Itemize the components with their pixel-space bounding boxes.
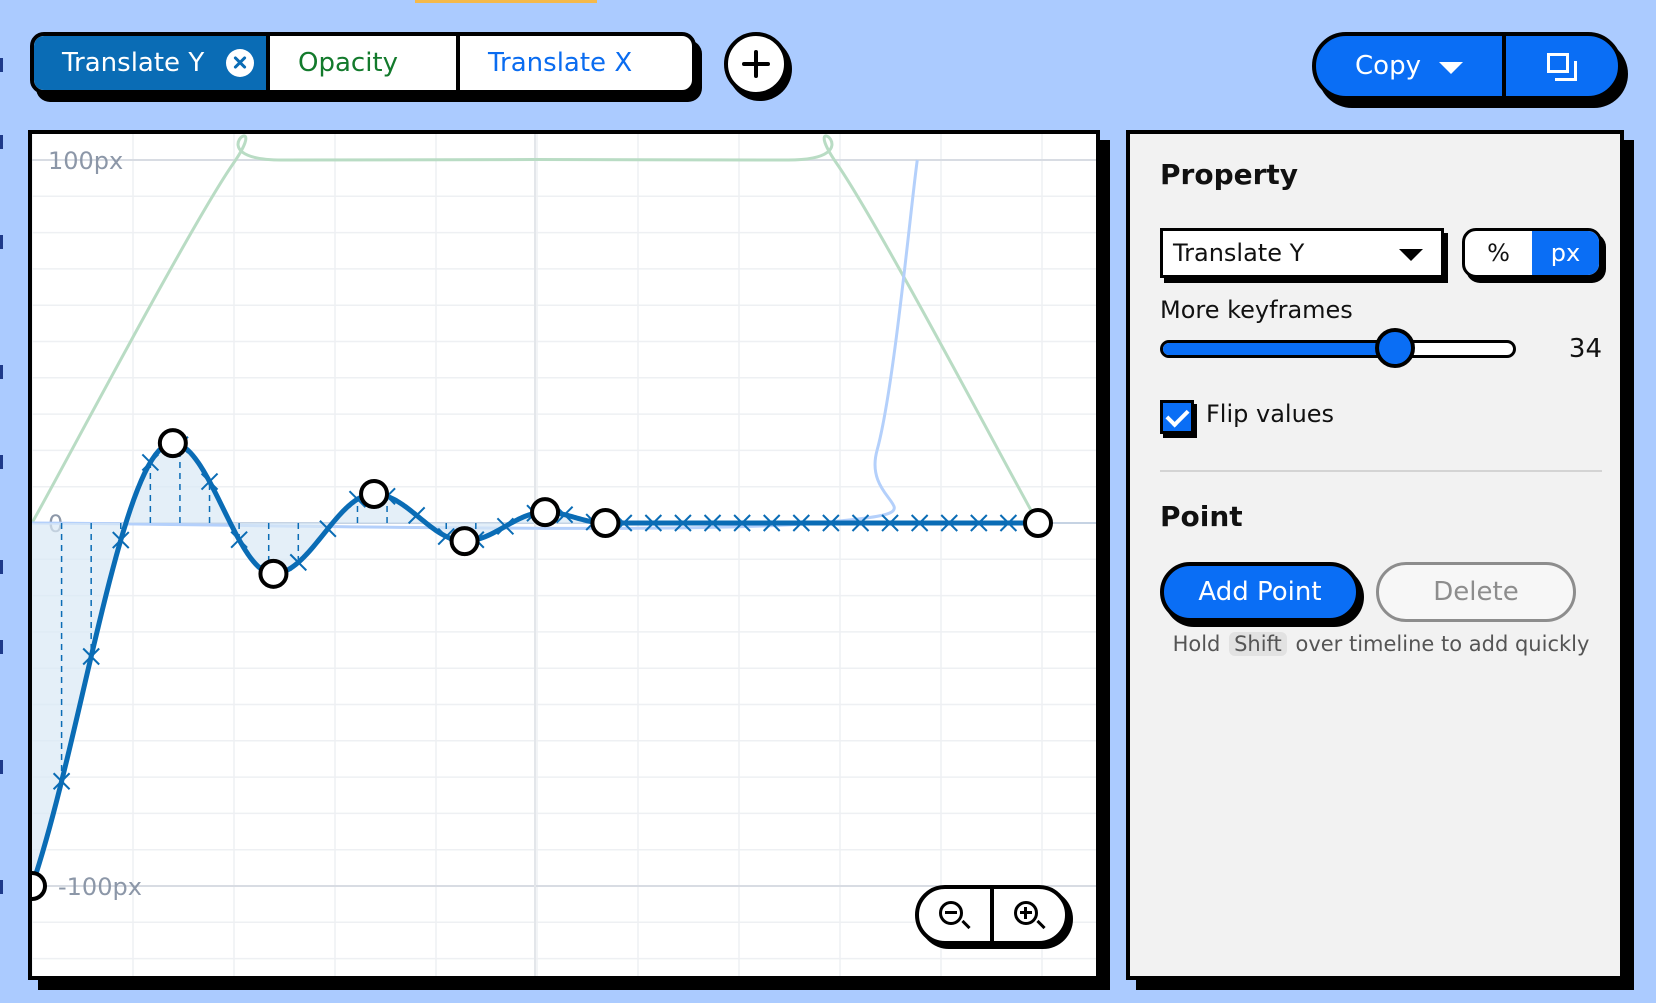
property-heading: Property xyxy=(1160,158,1299,191)
tab-label: Opacity xyxy=(298,48,399,78)
flip-values-checkbox[interactable] xyxy=(1160,400,1194,434)
hint-text: Hold Shift over timeline to add quickly xyxy=(1160,632,1602,656)
copy-label: Copy xyxy=(1355,51,1421,81)
keyframe-handle[interactable] xyxy=(32,871,47,901)
keyframe-handle[interactable] xyxy=(530,497,561,528)
hint-before: Hold xyxy=(1172,632,1221,656)
duplicate-icon xyxy=(1547,53,1577,81)
tab-label: Translate Y xyxy=(62,48,205,78)
tab-label: Translate X xyxy=(488,48,633,78)
keyframes-slider-track[interactable] xyxy=(1160,340,1516,358)
add-property-button[interactable] xyxy=(724,32,788,96)
keyframe-handle[interactable] xyxy=(1023,508,1053,538)
keyframes-slider-fill xyxy=(1163,343,1394,355)
zoom-controls xyxy=(915,885,1069,945)
keyframes-value: 34 xyxy=(1568,334,1602,364)
curve-chart[interactable]: 100px0-100px xyxy=(32,134,1096,976)
curve-editor[interactable]: 100px0-100px xyxy=(28,130,1100,980)
flip-values-label: Flip values xyxy=(1206,400,1335,428)
y-bottom-label: -100px xyxy=(58,873,142,901)
properties-panel: Property Translate Y % px More keyframes… xyxy=(1126,130,1624,980)
left-edge-marks xyxy=(0,0,4,1003)
y-top-label: 100px xyxy=(48,147,123,175)
hint-after: over timeline to add quickly xyxy=(1295,632,1590,656)
keyframe-handle[interactable] xyxy=(258,558,289,589)
divider xyxy=(1160,470,1602,472)
unit-px-button[interactable]: px xyxy=(1532,231,1599,275)
tab-opacity[interactable]: Opacity xyxy=(270,36,460,90)
property-tabs: Translate Y Opacity Translate X xyxy=(30,32,696,94)
copy-button-group: Copy xyxy=(1312,32,1622,100)
tab-translate-y[interactable]: Translate Y xyxy=(34,36,270,90)
keyframe-handle[interactable] xyxy=(590,508,621,538)
chevron-down-icon xyxy=(1438,61,1463,74)
point-heading: Point xyxy=(1160,500,1243,533)
shift-key-badge: Shift xyxy=(1229,632,1287,656)
property-select-value: Translate Y xyxy=(1173,239,1305,267)
keyframe-handle[interactable] xyxy=(449,526,480,557)
close-icon[interactable] xyxy=(226,49,255,77)
zoom-in-button[interactable] xyxy=(994,889,1065,941)
delete-point-button[interactable]: Delete xyxy=(1376,562,1576,622)
property-select[interactable]: Translate Y xyxy=(1160,228,1444,278)
copy-button[interactable]: Copy xyxy=(1316,36,1506,96)
top-accent-bar xyxy=(415,0,597,3)
tab-translate-x[interactable]: Translate X xyxy=(460,36,692,90)
keyframe-handle[interactable] xyxy=(157,428,188,459)
keyframe-handle[interactable] xyxy=(359,478,390,509)
more-keyframes-label: More keyframes xyxy=(1160,296,1353,324)
keyframes-slider-thumb[interactable] xyxy=(1374,328,1415,368)
add-point-button[interactable]: Add Point xyxy=(1160,562,1360,622)
duplicate-button[interactable] xyxy=(1506,36,1618,96)
unit-percent-button[interactable]: % xyxy=(1465,231,1532,275)
unit-toggle: % px xyxy=(1462,228,1602,278)
zoom-out-button[interactable] xyxy=(919,889,994,941)
chevron-down-icon xyxy=(1399,249,1423,261)
